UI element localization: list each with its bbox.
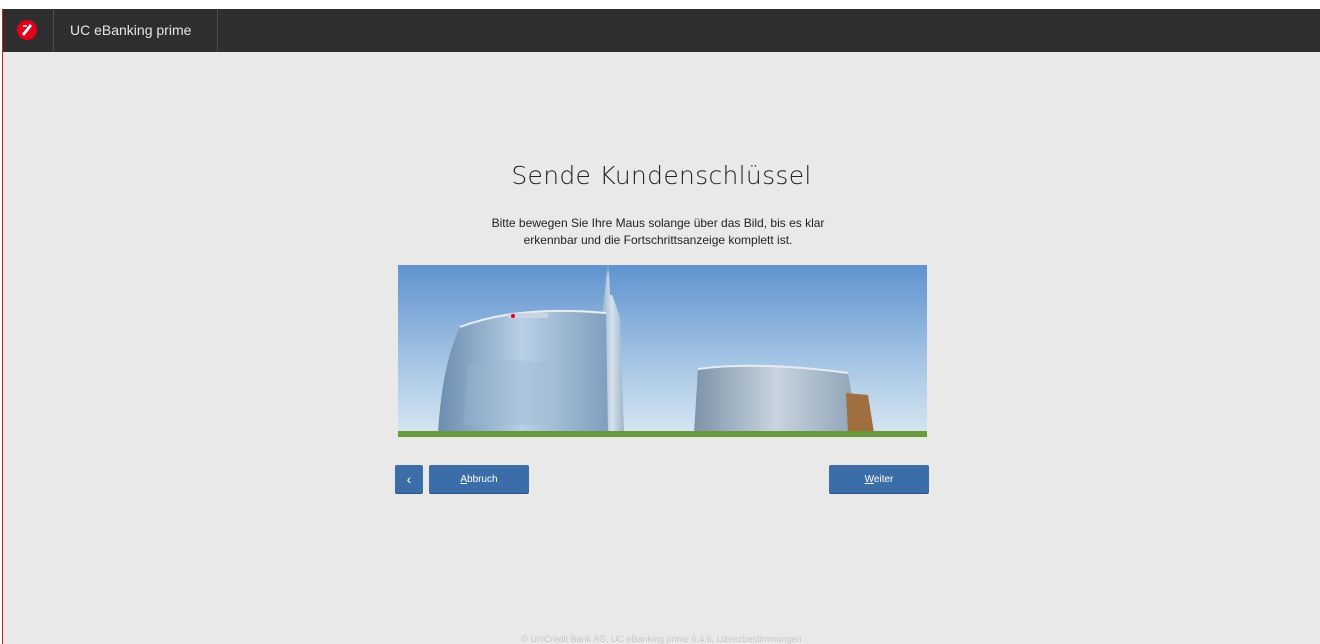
next-button-mnemonic: W bbox=[864, 473, 874, 485]
page-title: Sende Kundenschlüssel bbox=[511, 161, 812, 190]
instructions-line-2: erkennbar und die Fortschrittsanzeige ko… bbox=[523, 233, 793, 247]
footer-text: © UniCredit Bank AG, UC eBanking prime 6… bbox=[521, 634, 802, 644]
back-button[interactable]: ‹ bbox=[395, 465, 423, 493]
cancel-button[interactable]: Abbruch bbox=[429, 465, 529, 493]
next-button-label: eiter bbox=[873, 473, 894, 485]
instructions-line-1: Bitte bewegen Sie Ihre Maus solange über… bbox=[491, 216, 825, 230]
app-window: UC eBanking prime Sende Kundenschlüssel … bbox=[2, 9, 1320, 644]
app-title[interactable]: UC eBanking prime bbox=[54, 9, 218, 52]
header-bar: UC eBanking prime bbox=[3, 9, 1320, 52]
next-button[interactable]: Weiter bbox=[829, 465, 929, 493]
entropy-image[interactable] bbox=[398, 265, 927, 437]
building-photo bbox=[398, 265, 927, 437]
top-strip bbox=[0, 0, 1320, 9]
cancel-button-label: bbruch bbox=[467, 473, 498, 485]
logo-box[interactable] bbox=[3, 9, 54, 52]
unicredit-logo-icon bbox=[17, 20, 37, 40]
chevron-left-icon: ‹ bbox=[406, 471, 412, 487]
instructions-text: Bitte bewegen Sie Ihre Maus solange über… bbox=[458, 215, 858, 249]
